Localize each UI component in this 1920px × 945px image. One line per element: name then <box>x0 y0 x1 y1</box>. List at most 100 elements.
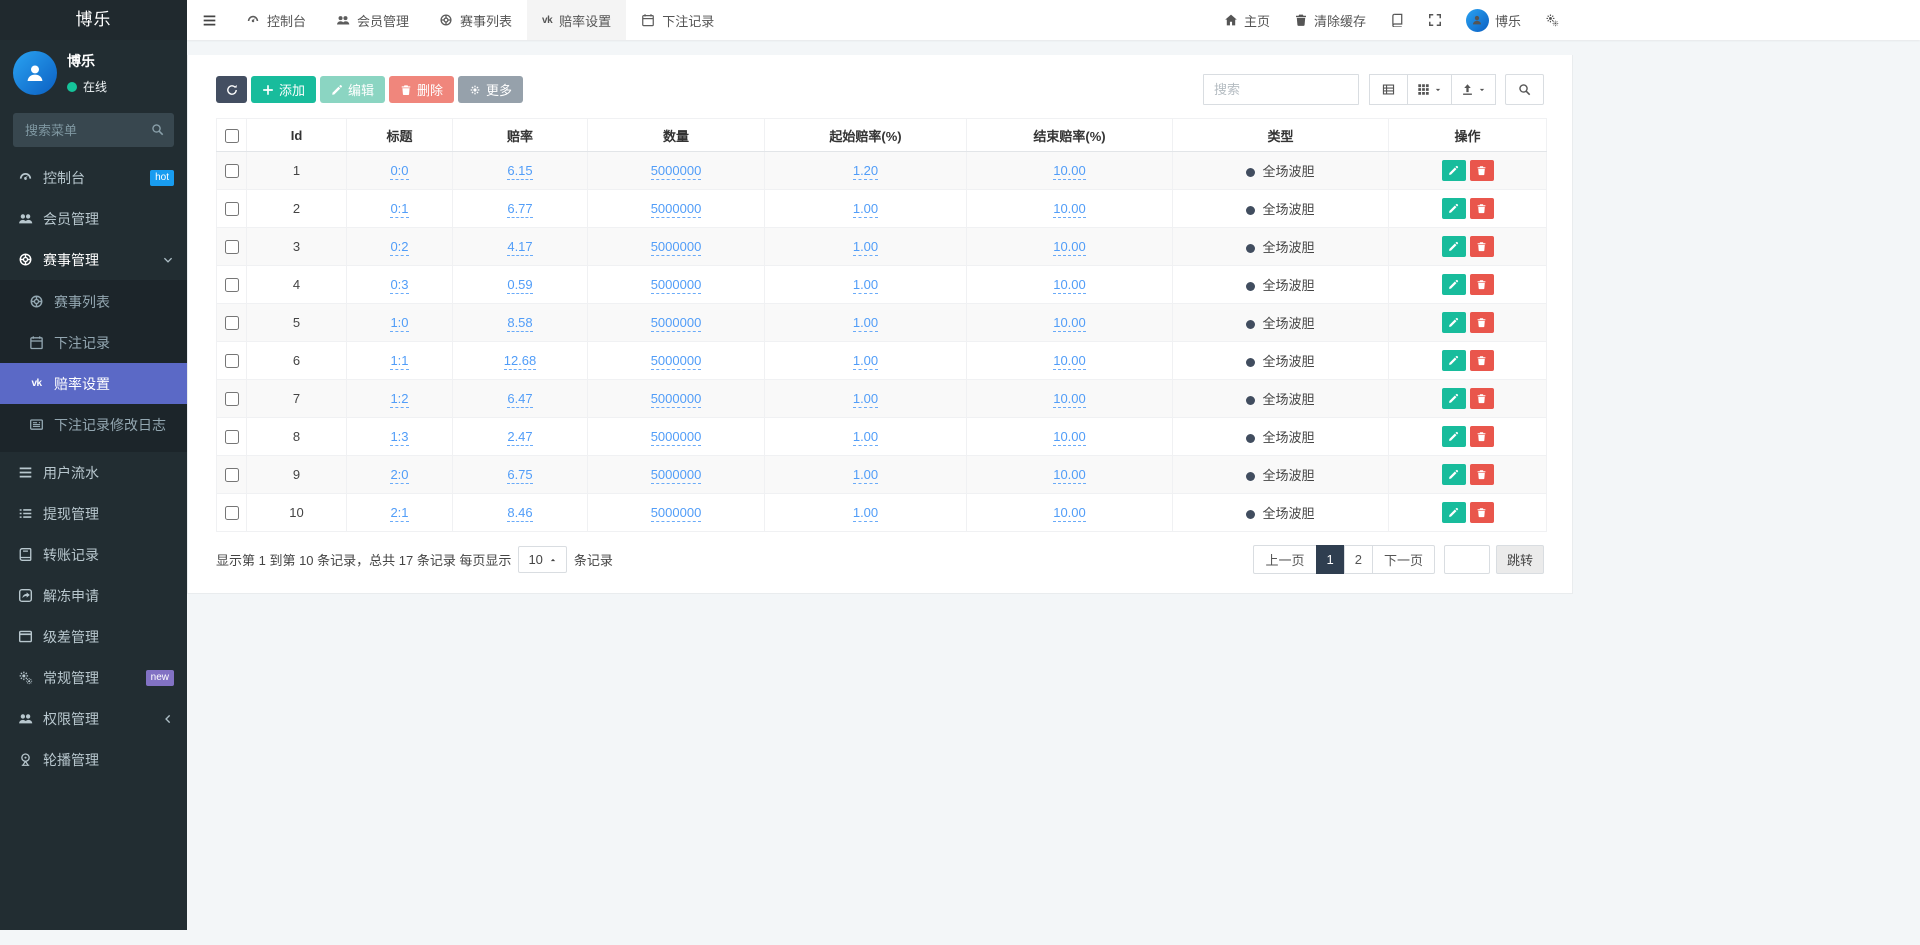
row-delete-button[interactable] <box>1470 350 1494 371</box>
row-checkbox[interactable] <box>225 354 239 368</box>
start-odds-link[interactable]: 1.00 <box>853 315 878 332</box>
select-all-checkbox[interactable] <box>225 129 239 143</box>
start-odds-link[interactable]: 1.00 <box>853 277 878 294</box>
odds-link[interactable]: 12.68 <box>504 353 537 370</box>
row-edit-button[interactable] <box>1442 198 1466 219</box>
end-odds-link[interactable]: 10.00 <box>1053 277 1086 294</box>
end-odds-link[interactable]: 10.00 <box>1053 467 1086 484</box>
jump-page-input[interactable] <box>1444 545 1490 574</box>
sidebar-item-match-list[interactable]: 赛事列表 <box>0 281 187 322</box>
title-link[interactable]: 2:1 <box>390 505 408 522</box>
end-odds-link[interactable]: 10.00 <box>1053 315 1086 332</box>
sidebar-item-level-diff-manage[interactable]: 级差管理 <box>0 616 187 657</box>
row-edit-button[interactable] <box>1442 312 1466 333</box>
prev-page-button[interactable]: 上一页 <box>1253 545 1316 574</box>
title-link[interactable]: 0:1 <box>390 201 408 218</box>
sidebar-item-member-manage[interactable]: 会员管理 <box>0 198 187 239</box>
row-delete-button[interactable] <box>1470 464 1494 485</box>
row-edit-button[interactable] <box>1442 464 1466 485</box>
row-checkbox[interactable] <box>225 506 239 520</box>
amount-link[interactable]: 5000000 <box>651 315 702 332</box>
row-edit-button[interactable] <box>1442 350 1466 371</box>
end-odds-link[interactable]: 10.00 <box>1053 505 1086 522</box>
row-checkbox[interactable] <box>225 392 239 406</box>
row-delete-button[interactable] <box>1470 388 1494 409</box>
odds-link[interactable]: 8.58 <box>507 315 532 332</box>
amount-link[interactable]: 5000000 <box>651 163 702 180</box>
odds-link[interactable]: 6.15 <box>507 163 532 180</box>
sidebar-item-bet-record-log[interactable]: 下注记录修改日志 <box>0 404 187 445</box>
tab-match-list[interactable]: 赛事列表 <box>424 0 527 40</box>
end-odds-link[interactable]: 10.00 <box>1053 353 1086 370</box>
start-odds-link[interactable]: 1.00 <box>853 429 878 446</box>
row-edit-button[interactable] <box>1442 388 1466 409</box>
fullscreen-button[interactable] <box>1428 13 1442 27</box>
amount-link[interactable]: 5000000 <box>651 201 702 218</box>
row-delete-button[interactable] <box>1470 274 1494 295</box>
title-link[interactable]: 1:1 <box>390 353 408 370</box>
row-delete-button[interactable] <box>1470 312 1494 333</box>
amount-link[interactable]: 5000000 <box>651 467 702 484</box>
start-odds-link[interactable]: 1.00 <box>853 467 878 484</box>
tab-odds-settings[interactable]: vk赔率设置 <box>527 0 626 40</box>
start-odds-link[interactable]: 1.00 <box>853 201 878 218</box>
detail-view-button[interactable] <box>1369 74 1408 105</box>
odds-link[interactable]: 6.77 <box>507 201 532 218</box>
start-odds-link[interactable]: 1.20 <box>853 163 878 180</box>
row-checkbox[interactable] <box>225 164 239 178</box>
title-link[interactable]: 2:0 <box>390 467 408 484</box>
sidebar-item-user-flow[interactable]: 用户流水 <box>0 452 187 493</box>
end-odds-link[interactable]: 10.00 <box>1053 201 1086 218</box>
row-checkbox[interactable] <box>225 316 239 330</box>
odds-link[interactable]: 6.75 <box>507 467 532 484</box>
amount-link[interactable]: 5000000 <box>651 429 702 446</box>
sidebar-item-carousel-manage[interactable]: 轮播管理 <box>0 739 187 780</box>
row-edit-button[interactable] <box>1442 274 1466 295</box>
start-odds-link[interactable]: 1.00 <box>853 239 878 256</box>
page-size-dropdown[interactable]: 10 <box>518 546 566 573</box>
sidebar-item-permission-manage[interactable]: 权限管理 <box>0 698 187 739</box>
row-checkbox[interactable] <box>225 202 239 216</box>
row-edit-button[interactable] <box>1442 426 1466 447</box>
odds-link[interactable]: 2.47 <box>507 429 532 446</box>
settings-button[interactable] <box>1545 13 1559 27</box>
sidebar-item-match-manage[interactable]: 赛事管理 <box>0 239 187 280</box>
tab-console[interactable]: 控制台 <box>231 0 321 40</box>
add-button[interactable]: 添加 <box>251 76 316 103</box>
odds-link[interactable]: 0.59 <box>507 277 532 294</box>
sidebar-toggle-button[interactable] <box>187 0 231 40</box>
row-delete-button[interactable] <box>1470 426 1494 447</box>
refresh-button[interactable] <box>216 76 247 103</box>
row-delete-button[interactable] <box>1470 160 1494 181</box>
columns-button[interactable] <box>1407 74 1452 105</box>
sidebar-item-bet-records[interactable]: 下注记录 <box>0 322 187 363</box>
title-link[interactable]: 1:3 <box>390 429 408 446</box>
user-menu[interactable]: 博乐 <box>1466 9 1521 32</box>
end-odds-link[interactable]: 10.00 <box>1053 429 1086 446</box>
start-odds-link[interactable]: 1.00 <box>853 391 878 408</box>
search-submit-button[interactable] <box>1505 74 1544 105</box>
sidebar-item-unfreeze-apply[interactable]: 解冻申请 <box>0 575 187 616</box>
tab-member-manage[interactable]: 会员管理 <box>321 0 424 40</box>
end-odds-link[interactable]: 10.00 <box>1053 239 1086 256</box>
row-delete-button[interactable] <box>1470 198 1494 219</box>
end-odds-link[interactable]: 10.00 <box>1053 391 1086 408</box>
amount-link[interactable]: 5000000 <box>651 505 702 522</box>
row-edit-button[interactable] <box>1442 502 1466 523</box>
docs-button[interactable] <box>1390 13 1404 27</box>
title-link[interactable]: 0:2 <box>390 239 408 256</box>
export-button[interactable] <box>1451 74 1496 105</box>
title-link[interactable]: 0:3 <box>390 277 408 294</box>
edit-button[interactable]: 编辑 <box>320 76 385 103</box>
jump-button[interactable]: 跳转 <box>1496 545 1544 574</box>
sidebar-item-withdraw-manage[interactable]: 提现管理 <box>0 493 187 534</box>
row-edit-button[interactable] <box>1442 236 1466 257</box>
sidebar-item-general-manage[interactable]: 常规管理new <box>0 657 187 698</box>
row-checkbox[interactable] <box>225 240 239 254</box>
odds-link[interactable]: 4.17 <box>507 239 532 256</box>
table-search-input[interactable] <box>1203 74 1359 105</box>
sidebar-item-console[interactable]: 控制台hot <box>0 157 187 198</box>
row-checkbox[interactable] <box>225 278 239 292</box>
row-edit-button[interactable] <box>1442 160 1466 181</box>
next-page-button[interactable]: 下一页 <box>1372 545 1435 574</box>
